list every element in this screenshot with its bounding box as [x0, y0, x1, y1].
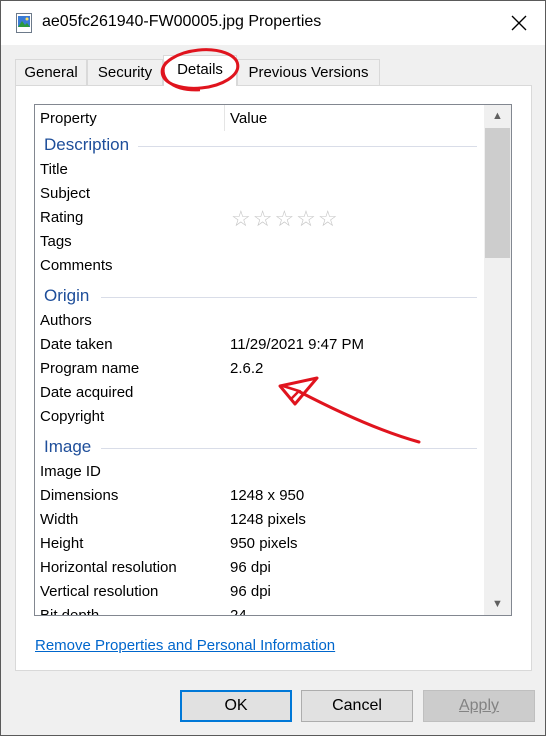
property-name: Vertical resolution: [40, 583, 159, 600]
group-image: Image: [35, 435, 485, 461]
property-name: Horizontal resolution: [40, 559, 177, 576]
property-name: Date taken: [40, 336, 113, 353]
row-subject[interactable]: Subject: [35, 182, 485, 206]
tab-general[interactable]: General: [15, 59, 87, 85]
row-program-name[interactable]: Program name 2.6.2: [35, 357, 485, 381]
property-name: Height: [40, 535, 84, 552]
scroll-down-icon[interactable]: ▼: [484, 593, 511, 615]
row-image-id[interactable]: Image ID: [35, 460, 485, 484]
row-horizontal-resolution[interactable]: Horizontal resolution 96 dpi: [35, 556, 485, 580]
property-name: Dimensions: [40, 487, 119, 504]
row-copyright[interactable]: Copyright: [35, 405, 485, 429]
property-name: Subject: [40, 185, 91, 202]
property-name: Image ID: [40, 463, 101, 480]
property-value: 11/29/2021 9:47 PM: [230, 336, 364, 353]
cancel-button[interactable]: Cancel: [301, 690, 413, 722]
group-origin: Origin: [35, 284, 485, 310]
group-divider: [138, 146, 477, 147]
row-tags[interactable]: Tags: [35, 230, 485, 254]
row-height[interactable]: Height 950 pixels: [35, 532, 485, 556]
property-name: Bit depth: [40, 607, 100, 616]
property-name: Tags: [40, 233, 72, 250]
group-title: Image: [44, 437, 92, 456]
property-value: 1248 x 950: [230, 487, 305, 504]
apply-label: Apply: [458, 697, 500, 714]
row-dimensions[interactable]: Dimensions 1248 x 950: [35, 484, 485, 508]
property-name: Comments: [40, 257, 113, 274]
property-value: 1248 pixels: [230, 511, 306, 528]
group-title: Description: [44, 135, 130, 154]
group-title: Origin: [44, 286, 90, 305]
row-width[interactable]: Width 1248 pixels: [35, 508, 485, 532]
property-name: Width: [40, 511, 79, 528]
tab-security[interactable]: Security: [87, 59, 163, 85]
column-value[interactable]: Value: [230, 110, 267, 127]
ok-button[interactable]: OK: [180, 690, 292, 722]
property-name: Program name: [40, 360, 140, 377]
property-name: Date acquired: [40, 384, 134, 401]
row-date-acquired[interactable]: Date acquired: [35, 381, 485, 405]
property-value: 2.6.2: [230, 360, 264, 377]
scroll-thumb[interactable]: [485, 128, 510, 258]
property-value: 24: [230, 607, 247, 616]
column-header: Property Value: [35, 105, 485, 131]
property-value: 96 dpi: [230, 583, 271, 600]
property-value: 96 dpi: [230, 559, 271, 576]
window-title: ae05fc261940-FW00005.jpg Properties: [42, 13, 322, 30]
remove-properties-link[interactable]: Remove Properties and Personal Informati…: [35, 637, 335, 654]
close-icon[interactable]: [499, 5, 539, 41]
group-description: Description: [35, 133, 485, 159]
properties-list[interactable]: Property Value Description Title Subject…: [34, 104, 512, 616]
property-value: 950 pixels: [230, 535, 298, 552]
title-bar[interactable]: ae05fc261940-FW00005.jpg Properties: [1, 1, 545, 45]
row-vertical-resolution[interactable]: Vertical resolution 96 dpi: [35, 580, 485, 604]
apply-button[interactable]: Apply: [423, 690, 535, 722]
properties-window: ae05fc261940-FW00005.jpg Properties Gene…: [0, 0, 546, 736]
image-file-icon: [16, 13, 32, 33]
column-property[interactable]: Property: [40, 110, 97, 127]
tab-previous-versions[interactable]: Previous Versions: [237, 59, 380, 85]
property-name: Copyright: [40, 408, 105, 425]
row-authors[interactable]: Authors: [35, 309, 485, 333]
property-name: Title: [40, 161, 68, 178]
details-panel: Property Value Description Title Subject…: [15, 85, 532, 671]
scroll-up-icon[interactable]: ▲: [484, 105, 511, 127]
row-rating[interactable]: Rating ☆☆☆☆☆: [35, 206, 485, 232]
row-date-taken[interactable]: Date taken 11/29/2021 9:47 PM: [35, 333, 485, 357]
property-name: Authors: [40, 312, 92, 329]
group-divider: [101, 297, 477, 298]
rating-stars-icon[interactable]: ☆☆☆☆☆: [231, 206, 340, 232]
vertical-scrollbar[interactable]: ▲ ▼: [484, 105, 511, 615]
row-comments[interactable]: Comments: [35, 254, 485, 278]
row-title[interactable]: Title: [35, 158, 485, 182]
row-bit-depth[interactable]: Bit depth 24: [35, 604, 485, 616]
column-divider[interactable]: [224, 105, 225, 131]
property-name: Rating: [40, 209, 84, 226]
group-divider: [101, 448, 477, 449]
tab-details[interactable]: Details: [163, 55, 237, 86]
